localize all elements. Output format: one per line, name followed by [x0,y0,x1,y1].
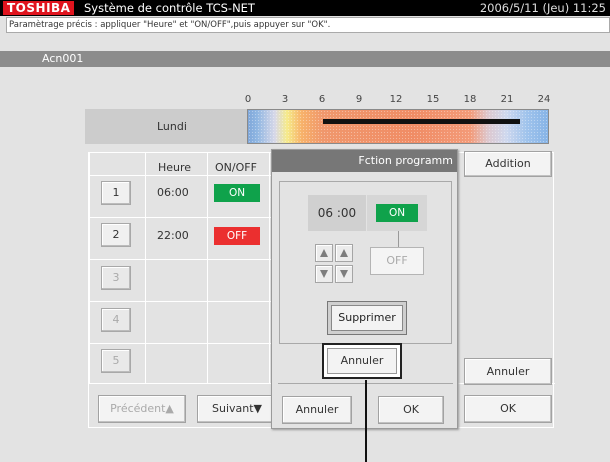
row-number-button-4[interactable]: 4 [101,308,131,332]
next-button[interactable]: Suivant▼ [197,395,277,423]
column-header-onoff: ON/OFF [215,161,257,174]
callout-pointer-line [365,380,367,462]
grid-line [145,153,146,383]
cancel-button[interactable]: Annuler [464,358,552,385]
hour-tick: 0 [244,94,252,105]
time-display: 06 :00 [308,195,366,231]
hour-tick: 12 [389,94,403,105]
ok-button[interactable]: OK [464,395,552,423]
day-timeline [247,109,549,144]
hour-down-button[interactable] [315,265,333,283]
minute-up-button[interactable] [335,244,353,262]
hour-tick: 24 [537,94,551,105]
dialog-ok-button[interactable]: OK [378,396,444,424]
off-toggle[interactable]: OFF [370,247,424,275]
grid-line [89,175,271,176]
row-state-off: OFF [214,227,260,245]
day-label-box: Lundi [85,109,247,144]
arrow-up-icon [320,249,328,257]
hour-tick: 9 [355,94,363,105]
grid-line [89,153,90,383]
grid-line [89,301,271,302]
unit-name: Acn001 [42,52,84,65]
previous-button[interactable]: Précédent▲ [98,395,186,423]
row-number-button-5[interactable]: 5 [101,349,131,373]
grid-line [207,153,208,383]
hour-up-button[interactable] [315,244,333,262]
hour-axis: 0 3 6 9 12 15 18 21 24 [245,94,551,108]
day-label: Lundi [157,120,187,133]
edit-box: 06 :00 ON OFF Supprimer [279,181,452,344]
delete-button-frame: Supprimer [327,301,407,335]
column-header-time: Heure [158,161,192,174]
hour-tick: 3 [281,94,289,105]
grid-line [89,343,271,344]
row-state-on: ON [214,184,260,202]
row-time: 22:00 [157,229,189,242]
row-number-button-1[interactable]: 1 [101,181,131,205]
grid-line [89,217,271,218]
on-period-bar [323,119,521,124]
dialog-title: Fction programm [272,150,457,172]
title-bar: TOSHIBA Système de contrôle TCS-NET 2006… [0,0,610,16]
instruction-text: Paramètrage précis : appliquer "Heure" e… [6,17,610,33]
cancel-edit-highlight: Annuler [322,343,402,379]
arrow-down-icon [320,270,328,278]
row-time: 06:00 [157,186,189,199]
add-button[interactable]: Addition [464,151,552,177]
minute-down-button[interactable] [335,265,353,283]
hour-tick: 21 [500,94,514,105]
toshiba-logo: TOSHIBA [3,1,75,15]
row-number-button-3[interactable]: 3 [101,266,131,290]
arrow-up-icon [340,249,348,257]
row-number-button-2[interactable]: 2 [101,223,131,247]
cancel-edit-button[interactable]: Annuler [327,348,397,374]
arrow-down-icon [340,270,348,278]
hour-tick: 15 [426,94,440,105]
app-title: Système de contrôle TCS-NET [84,1,255,15]
grid-line [269,153,270,383]
delete-button[interactable]: Supprimer [331,305,403,331]
grid-line [89,259,271,260]
date-time: 2006/5/11 (Jeu) 11:25 [479,1,606,15]
on-toggle[interactable]: ON [376,204,418,222]
timeline-texture [248,110,548,143]
unit-name-bar: Acn001 [0,51,610,67]
hour-tick: 18 [463,94,477,105]
dialog-cancel-button[interactable]: Annuler [282,396,352,424]
connector-line [398,231,399,247]
hour-tick: 6 [318,94,326,105]
